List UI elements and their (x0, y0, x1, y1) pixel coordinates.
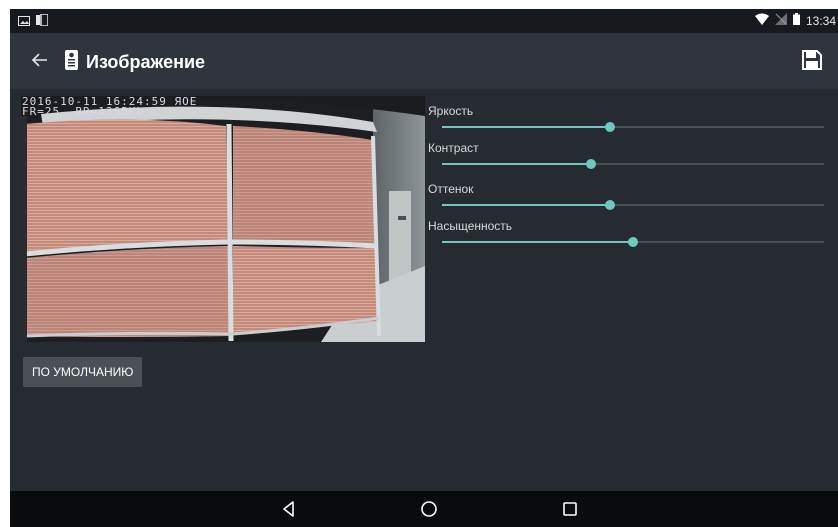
content-area: 2016-10-11 16:24:59 ЯОЕ FR=25 BR=1365Kb Я… (10, 89, 838, 491)
hue-thumb[interactable] (605, 200, 616, 210)
hue-control: Оттенок (428, 177, 828, 215)
nav-recents-button[interactable] (559, 498, 581, 520)
nav-home-button[interactable] (418, 498, 440, 520)
recents-square-icon (563, 502, 577, 516)
saturation-thumb[interactable] (628, 237, 638, 247)
status-bar: 13:34 (10, 9, 838, 33)
saturation-slider[interactable] (442, 237, 824, 247)
brightness-slider[interactable] (442, 122, 824, 132)
arrow-left-icon (31, 53, 47, 67)
contrast-slider[interactable] (442, 159, 824, 169)
camera-image (21, 96, 425, 342)
clock: 13:34 (805, 13, 836, 28)
battery-icon (792, 13, 800, 28)
contrast-thumb[interactable] (585, 159, 596, 169)
app-notification-icon (36, 13, 49, 29)
brightness-thumb[interactable] (605, 122, 616, 132)
intercom-panel-icon (65, 50, 78, 75)
osd-bitrate: FR=25 BR=1365Kb (22, 105, 144, 118)
contrast-label: Контраст (428, 141, 479, 155)
brightness-control: Яркость (428, 99, 828, 137)
contrast-control: Контраст (428, 136, 828, 174)
back-button[interactable] (31, 47, 58, 73)
saturation-label: Насыщенность (428, 219, 513, 233)
hue-label: Оттенок (428, 182, 474, 196)
brightness-label: Яркость (428, 104, 474, 118)
page-title: Изображение (86, 52, 206, 72)
image-notification-icon (18, 15, 30, 29)
back-triangle-icon (283, 501, 294, 517)
nav-back-button[interactable] (278, 498, 300, 520)
saturation-control: Насыщенность (428, 214, 828, 252)
camera-preview: 2016-10-11 16:24:59 ЯОЕ FR=25 BR=1365Kb (21, 96, 425, 342)
device-screen: 13:34 Изображение 2016-10-11 16:24:59 ЯО… (10, 9, 838, 527)
save-icon (802, 50, 822, 70)
save-button[interactable] (802, 47, 828, 73)
wifi-icon (754, 13, 769, 28)
default-button[interactable]: ПО УМОЛЧАНИЮ (23, 357, 143, 387)
hue-slider[interactable] (442, 200, 824, 210)
video-osd: 2016-10-11 16:24:59 ЯОЕ FR=25 BR=1365Kb (22, 96, 197, 118)
home-circle-icon (421, 501, 437, 517)
signal-icon (774, 13, 787, 28)
navigation-bar (10, 491, 838, 527)
app-bar: Изображение (10, 33, 838, 89)
